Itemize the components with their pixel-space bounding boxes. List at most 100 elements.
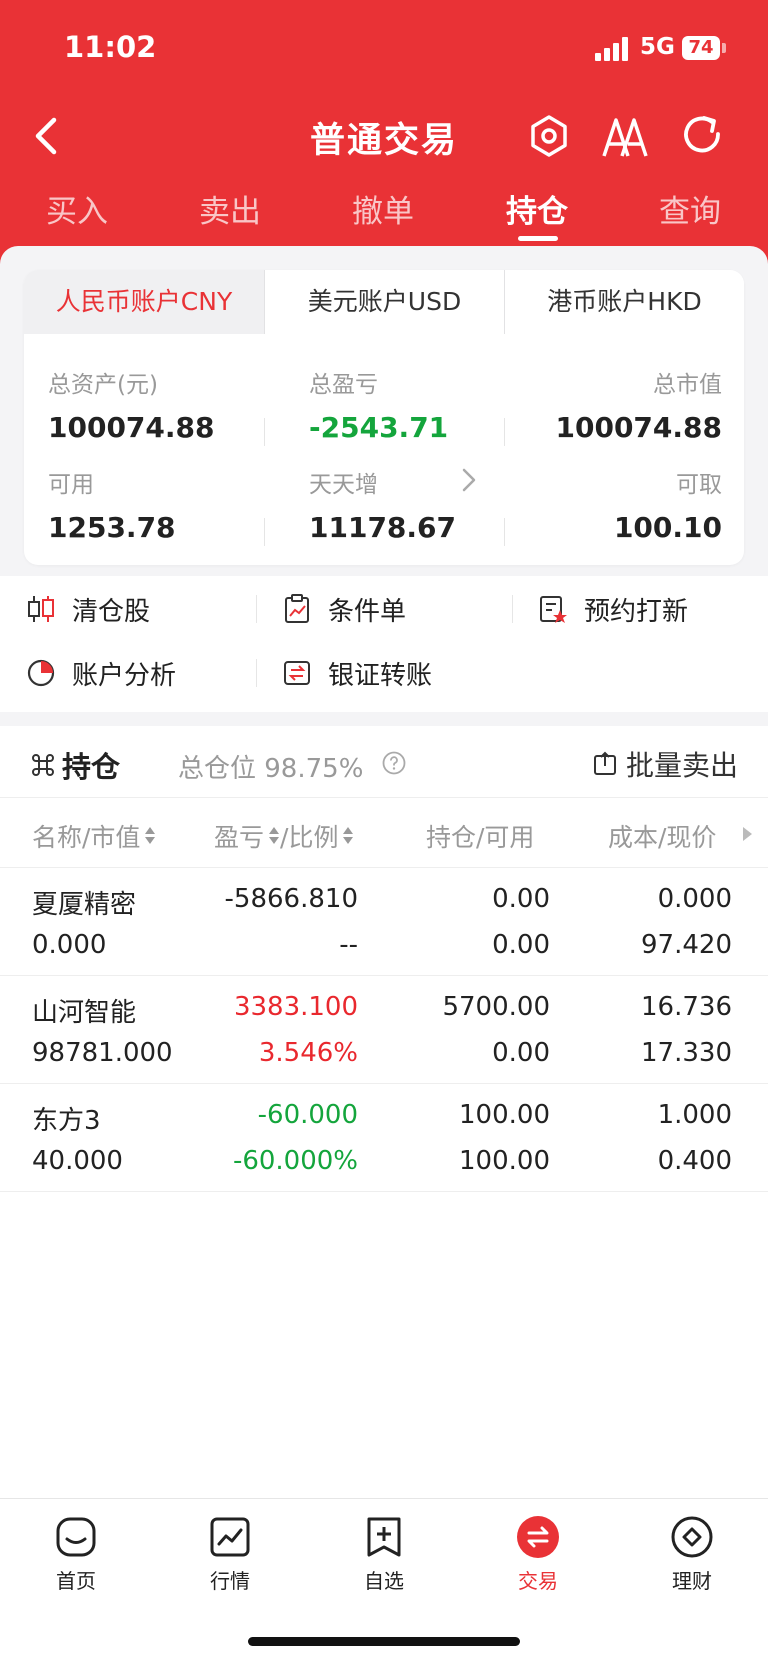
tab-cancel[interactable]: 撤单 (323, 186, 443, 231)
pnl: -60.000 (257, 1100, 358, 1130)
available-value: 1253.78 (48, 511, 176, 544)
total-assets-label: 总资产(元) (48, 372, 158, 398)
clear-stock-label: 清仓股 (72, 596, 151, 627)
available-label: 可用 (48, 472, 94, 498)
battery-icon: 74 (682, 36, 720, 60)
current-price: 0.400 (657, 1146, 732, 1176)
home-indicator (248, 1637, 520, 1646)
account-tab-cny[interactable]: 人民币账户CNY (24, 270, 264, 334)
clipboard-chart-icon (285, 594, 309, 623)
current-price: 97.420 (641, 930, 732, 960)
sort-icon (342, 825, 354, 847)
nav-trade[interactable]: 交易 (488, 1515, 588, 1594)
ipo-subscribe-button[interactable]: 预约打新 (538, 584, 688, 634)
account-tabs: 人民币账户CNY 美元账户USD 港币账户HKD (24, 270, 744, 334)
tab-positions[interactable]: 持仓 (477, 186, 597, 231)
pie-chart-icon (27, 659, 55, 687)
page-title: 普通交易 (309, 121, 458, 161)
help-icon[interactable] (382, 751, 406, 775)
cost-price: 0.000 (657, 884, 732, 914)
bank-transfer-button[interactable]: 银证转账 (282, 648, 432, 698)
network-type: 5G (640, 34, 675, 60)
withdrawable-label: 可取 (676, 472, 722, 498)
trade-tabs: 买入 卖出 撤单 持仓 查询 (0, 186, 768, 250)
batch-sell-button[interactable]: 批量卖出 (592, 744, 738, 784)
nav-bar: 普通交易 (0, 100, 768, 180)
conditional-order-button[interactable]: 条件单 (282, 584, 406, 634)
clear-stock-button[interactable]: 清仓股 (26, 584, 150, 634)
divider (264, 418, 265, 446)
nav-home[interactable]: 首页 (26, 1515, 126, 1594)
market-value: 0.000 (32, 930, 107, 960)
pnl-ratio: -60.000% (232, 1146, 358, 1176)
market-value: 40.000 (32, 1146, 123, 1176)
stock-name: 山河智能 (32, 998, 137, 1028)
holdings-header: 持仓 总仓位 98.75% 批量卖出 (0, 726, 768, 798)
holding-row[interactable]: 夏厦精密 0.000 -5866.810 -- 0.00 0.00 0.000 … (0, 868, 768, 976)
stock-name: 夏厦精密 (32, 890, 137, 920)
account-analysis-button[interactable]: 账户分析 (26, 648, 176, 698)
total-position-label: 总仓位 98.75% (178, 754, 364, 784)
quick-actions: 清仓股 条件单 预约打新 账户分析 银证转账 (0, 576, 768, 716)
col-position: 持仓/可用 (426, 823, 535, 852)
divider (504, 418, 505, 446)
col-pnl-ratio[interactable]: 盈亏/比例 (214, 818, 354, 854)
pnl: 3383.100 (233, 992, 358, 1022)
tab-sell[interactable]: 卖出 (170, 186, 290, 231)
chevron-right-icon[interactable] (461, 466, 477, 494)
bookmark-plus-icon (367, 1517, 401, 1557)
pnl-ratio: 3.546% (258, 1038, 358, 1068)
more-columns-icon[interactable] (743, 827, 752, 841)
divider (512, 595, 513, 623)
divider (264, 518, 265, 546)
holding-row[interactable]: 东方3 40.000 -60.000 -60.000% 100.00 100.0… (0, 1084, 768, 1192)
total-assets-value: 100074.88 (48, 411, 215, 444)
divider (504, 518, 505, 546)
pnl-ratio: -- (339, 930, 358, 960)
holding-qty: 100.00 (459, 1100, 550, 1130)
holding-row[interactable]: 山河智能 98781.000 3383.100 3.546% 5700.00 0… (0, 976, 768, 1084)
trade-icon (517, 1516, 559, 1558)
section-divider (0, 712, 768, 726)
status-bar: 11:02 5G 74 (0, 0, 768, 100)
holdings-column-header: 名称/市值 盈亏/比例 持仓/可用 成本/现价 (0, 798, 768, 868)
total-pnl-value: -2543.71 (309, 411, 449, 444)
current-price: 17.330 (641, 1038, 732, 1068)
sort-icon (144, 825, 156, 847)
ipo-subscribe-label: 预约打新 (584, 596, 689, 627)
command-icon (32, 754, 54, 776)
tab-buy[interactable]: 买入 (17, 186, 137, 231)
refresh-icon[interactable] (680, 112, 726, 158)
col-name-value[interactable]: 名称/市值 (32, 818, 156, 854)
cost-price: 16.736 (641, 992, 732, 1022)
candlestick-icon (28, 596, 54, 622)
market-value-value: 100074.88 (555, 411, 723, 444)
col-cost-price: 成本/现价 (608, 823, 717, 852)
account-tab-usd[interactable]: 美元账户USD (264, 270, 504, 334)
total-pnl-label: 总盈亏 (309, 372, 378, 398)
diamond-circle-icon (671, 1516, 713, 1558)
export-icon (593, 751, 616, 775)
status-time: 11:02 (64, 30, 157, 64)
nav-market[interactable]: 行情 (180, 1515, 280, 1594)
account-analysis-label: 账户分析 (72, 660, 177, 691)
holding-qty: 0.00 (492, 884, 550, 914)
active-tab-indicator (518, 236, 558, 241)
document-star-icon (540, 596, 567, 623)
tab-query[interactable]: 查询 (630, 186, 750, 231)
nav-wealth[interactable]: 理财 (642, 1515, 742, 1594)
transfer-icon (284, 661, 310, 685)
tiantianzeng-label[interactable]: 天天增 (309, 465, 378, 499)
available-qty: 0.00 (492, 930, 550, 960)
account-tab-hkd[interactable]: 港币账户HKD (504, 270, 744, 334)
holdings-title: 持仓 (30, 744, 120, 786)
tiantianzeng-value: 11178.67 (309, 511, 457, 544)
sort-icon (268, 825, 280, 847)
pnl: -5866.810 (224, 884, 358, 914)
holding-qty: 5700.00 (442, 992, 550, 1022)
font-size-icon[interactable] (602, 112, 650, 160)
market-value: 98781.000 (32, 1038, 173, 1068)
nav-watchlist[interactable]: 自选 (334, 1515, 434, 1594)
settings-icon[interactable] (527, 114, 571, 158)
cost-price: 1.000 (657, 1100, 732, 1130)
